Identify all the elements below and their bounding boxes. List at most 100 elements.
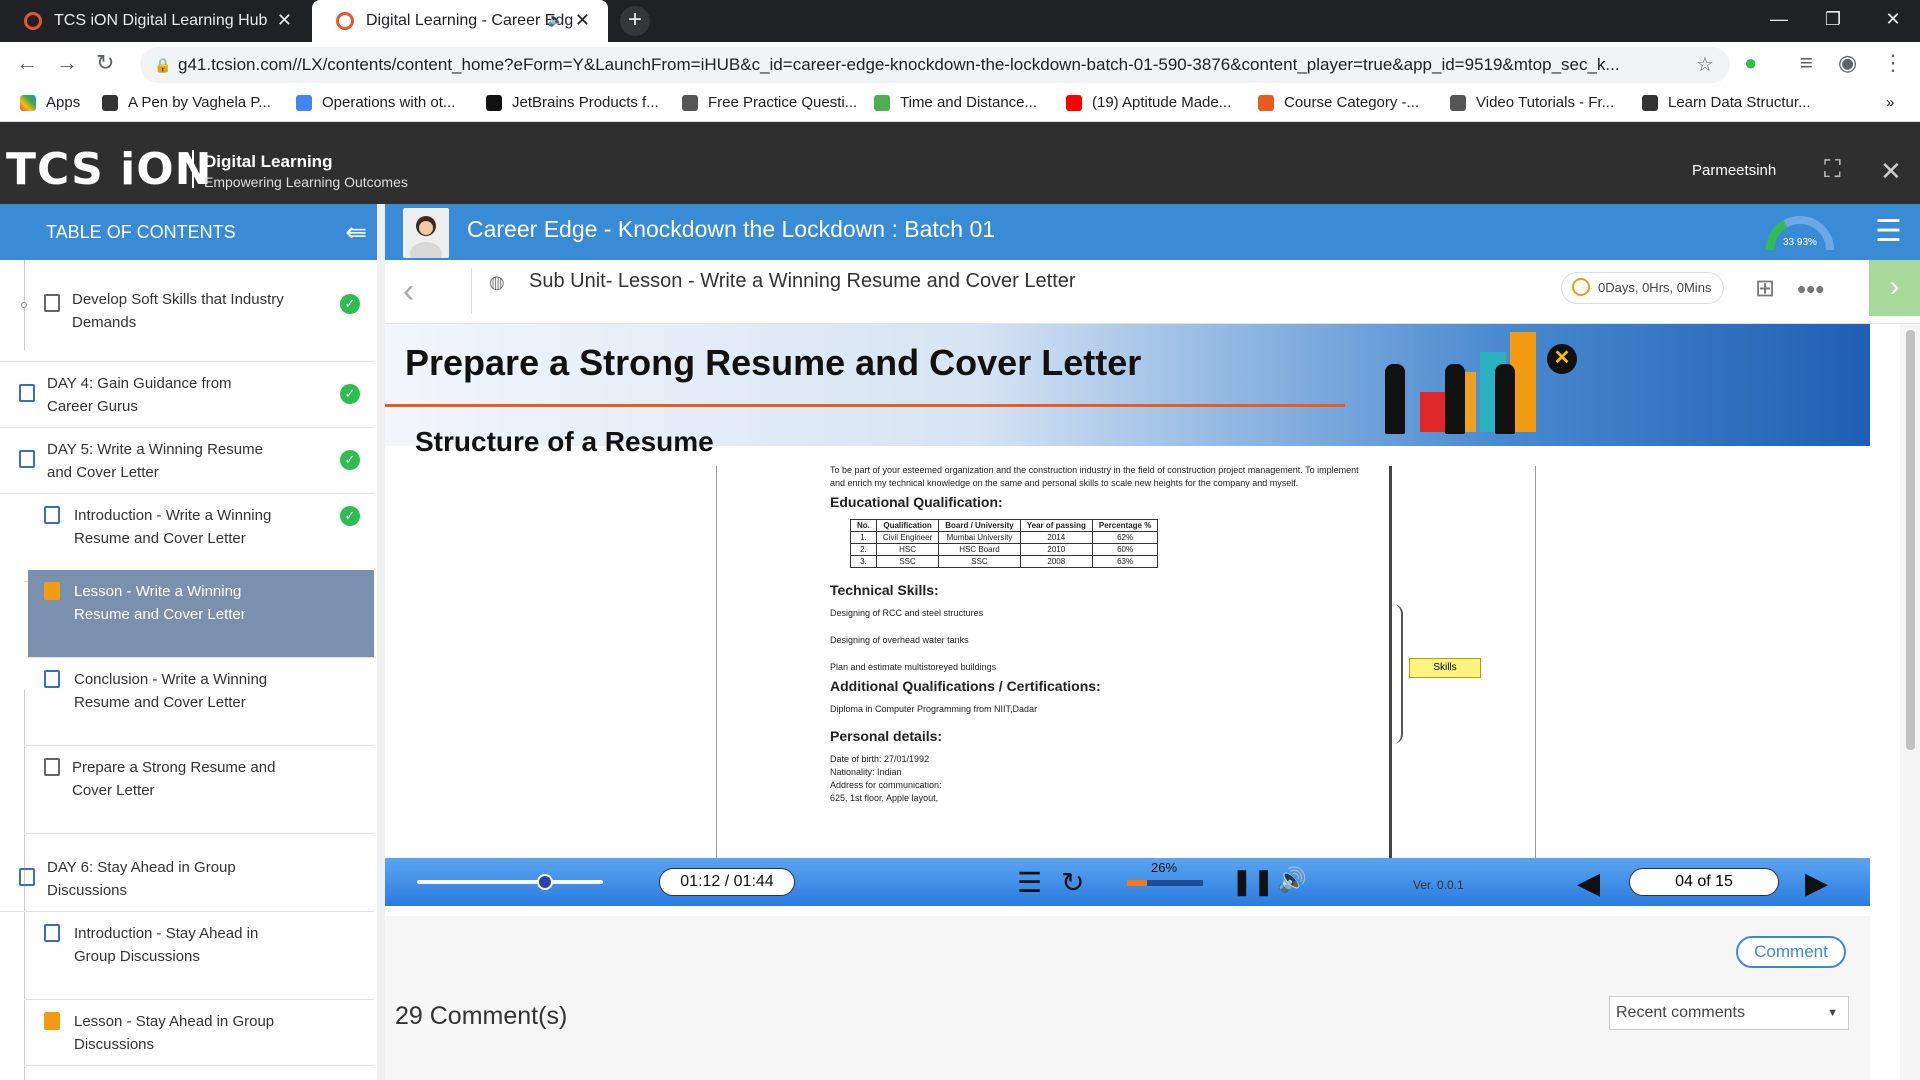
banner-accent-line [385, 404, 1345, 407]
more-options-icon[interactable]: ••• [1797, 274, 1824, 305]
speaker-icon[interactable]: 🔈 [548, 12, 564, 28]
close-icon[interactable]: ✕ [1880, 156, 1902, 187]
bookmark-star-icon[interactable]: ☆ [1696, 52, 1714, 77]
bookmark-item[interactable]: (19) Aptitude Made... [1066, 94, 1231, 111]
minimize-icon[interactable]: — [1752, 0, 1806, 42]
toc-day-item[interactable]: DAY 5: Write a Winning Resume and Cover … [0, 428, 374, 494]
slide-close-icon[interactable]: ✕ [1547, 344, 1577, 374]
toc-item-label: DAY 5: Write a Winning Resume and Cover … [47, 441, 263, 481]
chevron-down-icon: ▼ [1827, 1007, 1838, 1019]
book-icon [44, 670, 60, 688]
table-cell: 1. [850, 531, 877, 544]
bookmark-item[interactable]: Operations with ot... [296, 94, 455, 111]
bookmark-item[interactable]: Course Category -... [1258, 94, 1419, 111]
toc-item-active[interactable]: Lesson - Write a Winning Resume and Cove… [28, 570, 374, 658]
previous-arrow-icon[interactable]: ‹ [403, 272, 414, 311]
reload-icon[interactable]: ↻ [96, 50, 114, 76]
media-control-icon[interactable]: ≡ [1800, 50, 1813, 76]
resume-line: Nationality: Indian [830, 767, 902, 777]
businessperson-icon [1445, 364, 1465, 434]
lesson-icon [44, 1012, 60, 1030]
grammarly-icon[interactable]: ● [1744, 50, 1757, 76]
replay-icon[interactable]: ↻ [1061, 866, 1084, 899]
restore-icon[interactable]: ❐ [1806, 0, 1860, 42]
course-bar: Career Edge - Knockdown the Lockdown : B… [385, 204, 1920, 260]
list-menu-icon[interactable]: ☰ [1017, 866, 1042, 899]
profile-avatar-icon[interactable]: ◉ [1838, 50, 1857, 76]
comment-sort-select[interactable]: Recent comments ▼ [1609, 996, 1849, 1030]
volume-bar[interactable] [1127, 880, 1203, 886]
table-cell: 60% [1091, 543, 1159, 556]
skills-callout: Skills [1409, 658, 1481, 678]
divider [471, 268, 472, 314]
browser-tab-1[interactable]: TCS iON Digital Learning Hub ✕ [0, 0, 310, 42]
toc-item[interactable]: Conclusion - Write a Winning Resume and … [24, 658, 374, 746]
toc-item[interactable]: Prepare a Strong Resume and Cover Letter [24, 746, 374, 834]
speaker-icon[interactable]: 🔊 [1277, 866, 1307, 895]
more-bookmarks-icon[interactable]: » [1886, 94, 1894, 111]
toc-sidebar: Develop Soft Skills that Industry Demand… [0, 260, 377, 1080]
bookmark-item[interactable]: Time and Distance... [874, 94, 1037, 111]
youtube-icon [1066, 94, 1082, 111]
next-arrow-button[interactable]: › [1869, 260, 1920, 316]
add-note-icon[interactable]: ⊞ [1755, 274, 1775, 303]
bookmark-apps[interactable]: Apps [20, 94, 80, 111]
bookmark-item[interactable]: JetBrains Products f... [486, 94, 659, 111]
toc-day-item[interactable]: DAY 4: Gain Guidance from Career Gurus ✓ [0, 362, 374, 428]
toc-day-item[interactable]: DAY 6: Stay Ahead in Group Discussions [0, 846, 374, 912]
toc-item[interactable]: Lesson - Stay Ahead in Group Discussions [24, 1000, 374, 1066]
comment-count: 29 Comment(s) [395, 1002, 568, 1030]
username[interactable]: Parmeetsinh [1692, 162, 1776, 179]
resume-sample: To be part of your esteemed organization… [830, 464, 1370, 805]
bookmark-item[interactable]: A Pen by Vaghela P... [102, 94, 271, 111]
version-label: Ver. 0.0.1 [1413, 878, 1464, 892]
tab-label: Digital Learning - Career Edg [366, 12, 574, 29]
bookmark-item[interactable]: Video Tutorials - Fr... [1450, 94, 1614, 111]
toc-item[interactable]: Develop Soft Skills that Industry Demand… [0, 272, 374, 362]
toc-item[interactable]: Introduction - Write a Winning Resume an… [24, 494, 374, 582]
window-close-icon[interactable]: ✕ [1866, 0, 1920, 42]
scroll-thumb[interactable] [1906, 330, 1915, 750]
back-icon[interactable]: ← [16, 50, 38, 76]
businessperson-icon [1495, 364, 1515, 434]
forward-icon[interactable]: → [56, 50, 78, 76]
toc-item[interactable]: Introduction - Stay Ahead in Group Discu… [24, 912, 374, 1000]
book-icon [44, 924, 60, 942]
seek-bar[interactable] [417, 880, 603, 884]
bookmark-item[interactable]: Free Practice Questi... [682, 94, 857, 111]
address-bar[interactable]: 🔒 g41.tcsion.com//LX/contents/content_ho… [140, 47, 1730, 83]
progress-percent: 33.93% [1783, 237, 1817, 248]
next-slide-arrow-icon[interactable]: ▶ [1805, 866, 1828, 901]
table-cell: Mumbai University [938, 531, 1021, 544]
table-cell: 62% [1091, 531, 1159, 544]
diamond-icon [1450, 94, 1466, 111]
collapse-sidebar-icon[interactable]: ⇚ [345, 204, 367, 260]
comment-button[interactable]: Comment [1736, 936, 1846, 968]
seek-handle[interactable] [537, 874, 554, 890]
toc-header: TABLE OF CONTENTS ⇚ [0, 204, 377, 260]
resume-line: Date of birth: 27/01/1992 [830, 754, 930, 764]
sidebar-resize-handle[interactable] [377, 204, 385, 1080]
close-tab-icon[interactable]: ✕ [277, 10, 292, 31]
toc-item-label: Prepare a Strong Resume and Cover Letter [72, 759, 276, 799]
course-title: Career Edge - Knockdown the Lockdown : B… [467, 216, 996, 242]
comments-section: Comment 29 Comment(s) Recent comments ▼ [385, 916, 1870, 1080]
site-logo-icon [1258, 94, 1274, 111]
fullscreen-icon[interactable]: ⛶ [1824, 156, 1841, 184]
new-tab-button[interactable]: + [620, 6, 650, 36]
toc-item-label: Introduction - Write a Winning Resume an… [74, 507, 272, 547]
table-header-row: No. Qualification Board / University Yea… [850, 519, 1159, 532]
book-icon [19, 384, 35, 402]
businessperson-icon [1385, 364, 1405, 434]
prev-slide-arrow-icon[interactable]: ◀ [1577, 866, 1600, 901]
hamburger-menu-icon[interactable]: ☰ [1875, 214, 1902, 249]
cc-icon [1642, 94, 1658, 111]
subunit-bar: ‹ ◍ Sub Unit- Lesson - Write a Winning R… [385, 260, 1920, 324]
browser-tab-2[interactable]: Digital Learning - Career Edg 🔈 ✕ [312, 0, 608, 42]
bookmark-item[interactable]: Learn Data Structur... [1642, 94, 1811, 111]
bookmark-label: Learn Data Structur... [1668, 94, 1811, 111]
pause-icon[interactable]: ❚❚ [1231, 866, 1275, 897]
close-tab-icon[interactable]: ✕ [575, 10, 590, 31]
browser-menu-icon[interactable]: ⋮ [1882, 50, 1904, 76]
clock-icon [1572, 278, 1590, 296]
